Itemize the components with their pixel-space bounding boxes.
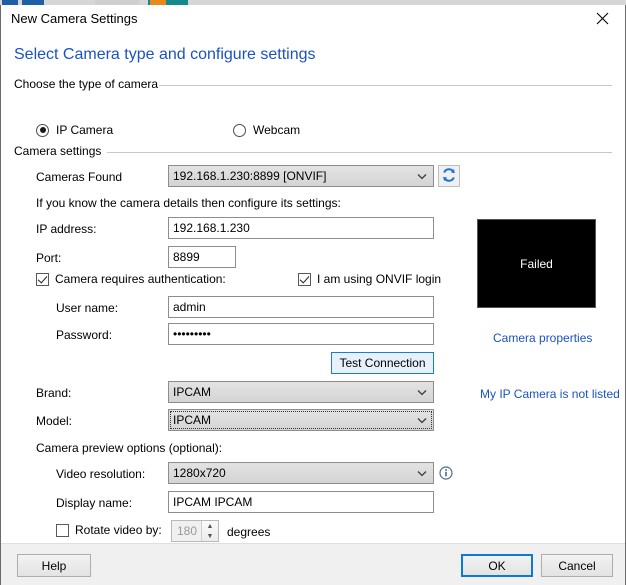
test-connection-button[interactable]: Test Connection bbox=[331, 352, 434, 374]
refresh-icon bbox=[441, 167, 457, 186]
ok-button[interactable]: OK bbox=[461, 554, 533, 577]
video-resolution-label: Video resolution: bbox=[56, 467, 146, 481]
camera-requires-auth-label: Camera requires authentication: bbox=[55, 272, 226, 286]
close-icon bbox=[596, 12, 609, 25]
dialog-footer: Help OK Cancel bbox=[1, 543, 625, 585]
username-value: admin bbox=[173, 300, 206, 314]
camera-settings-group-label: Camera settings bbox=[14, 144, 107, 158]
brand-label: Brand: bbox=[36, 386, 72, 400]
password-input[interactable]: ••••••••• bbox=[168, 323, 434, 345]
model-dropdown[interactable]: IPCAM bbox=[168, 409, 434, 431]
display-name-value: IPCAM IPCAM bbox=[173, 495, 253, 509]
camera-properties-link[interactable]: Camera properties bbox=[493, 331, 592, 345]
checkbox-checked-icon bbox=[298, 272, 311, 286]
port-value: 8899 bbox=[173, 250, 200, 264]
video-resolution-dropdown[interactable]: 1280x720 bbox=[168, 462, 434, 484]
camera-details-hint: If you know the camera details then conf… bbox=[36, 196, 341, 210]
stepper-down-icon[interactable]: ▼ bbox=[202, 531, 218, 541]
password-value: ••••••••• bbox=[173, 327, 211, 341]
rotate-degrees-value: 180 bbox=[177, 524, 198, 538]
display-name-input[interactable]: IPCAM IPCAM bbox=[168, 491, 434, 513]
group-divider bbox=[107, 152, 612, 153]
brand-value: IPCAM bbox=[173, 385, 212, 399]
chevron-down-icon bbox=[415, 470, 429, 477]
group-divider bbox=[159, 85, 612, 86]
preview-status-text: Failed bbox=[520, 256, 553, 271]
ip-address-value: 192.168.1.230 bbox=[173, 221, 250, 235]
chevron-down-icon bbox=[415, 389, 429, 396]
cameras-found-label: Cameras Found bbox=[36, 170, 123, 184]
help-label: Help bbox=[41, 558, 67, 573]
stepper-arrows[interactable]: ▲ ▼ bbox=[201, 521, 218, 541]
checkbox-unchecked-icon bbox=[56, 523, 69, 537]
radio-selected-icon bbox=[36, 123, 49, 137]
rotate-video-label: Rotate video by: bbox=[75, 523, 162, 537]
radio-ip-camera-label: IP Camera bbox=[56, 123, 114, 137]
stepper-up-icon[interactable]: ▲ bbox=[202, 521, 218, 531]
help-button[interactable]: Help bbox=[17, 554, 91, 577]
display-name-label: Display name: bbox=[56, 496, 133, 510]
title-bar: New Camera Settings bbox=[1, 5, 625, 33]
port-input[interactable]: 8899 bbox=[168, 246, 236, 268]
model-value: IPCAM bbox=[173, 413, 212, 427]
checkbox-checked-icon bbox=[36, 272, 49, 286]
page-title: Select Camera type and configure setting… bbox=[14, 46, 316, 63]
new-camera-settings-dialog: New Camera Settings Select Camera type a… bbox=[0, 5, 626, 585]
username-input[interactable]: admin bbox=[168, 296, 434, 318]
onvif-login-label: I am using ONVIF login bbox=[317, 272, 442, 286]
port-label: Port: bbox=[36, 251, 62, 265]
radio-webcam-label: Webcam bbox=[253, 123, 301, 137]
rotate-degrees-stepper[interactable]: 180 ▲ ▼ bbox=[171, 520, 219, 542]
camera-type-group: Choose the type of camera bbox=[14, 77, 612, 95]
camera-preview[interactable]: Failed bbox=[477, 219, 596, 308]
video-resolution-info-icon[interactable] bbox=[439, 466, 453, 480]
rotate-video-checkbox[interactable]: Rotate video by: bbox=[56, 523, 162, 537]
refresh-cameras-button[interactable] bbox=[438, 165, 460, 187]
password-label: Password: bbox=[56, 328, 113, 342]
camera-type-group-label: Choose the type of camera bbox=[14, 77, 164, 91]
radio-unselected-icon bbox=[233, 123, 246, 137]
ok-label: OK bbox=[488, 558, 506, 573]
model-label: Model: bbox=[36, 414, 73, 428]
radio-ip-camera[interactable]: IP Camera bbox=[36, 123, 113, 137]
onvif-login-checkbox[interactable]: I am using ONVIF login bbox=[298, 272, 441, 286]
dialog-content: Select Camera type and configure setting… bbox=[1, 32, 625, 565]
cancel-label: Cancel bbox=[558, 558, 596, 573]
cancel-button[interactable]: Cancel bbox=[541, 554, 613, 577]
camera-settings-group: Camera settings bbox=[14, 144, 612, 162]
radio-webcam[interactable]: Webcam bbox=[233, 123, 300, 137]
close-button[interactable] bbox=[580, 5, 625, 31]
camera-requires-auth-checkbox[interactable]: Camera requires authentication: bbox=[36, 272, 226, 286]
ip-address-input[interactable]: 192.168.1.230 bbox=[168, 217, 434, 239]
window-title: New Camera Settings bbox=[11, 11, 138, 26]
chevron-down-icon bbox=[415, 173, 429, 180]
preview-options-label: Camera preview options (optional): bbox=[36, 441, 223, 455]
chevron-down-icon bbox=[415, 417, 429, 424]
ip-address-label: IP address: bbox=[36, 222, 97, 236]
cameras-found-value: 192.168.1.230:8899 [ONVIF] bbox=[173, 169, 327, 183]
video-resolution-value: 1280x720 bbox=[173, 466, 226, 480]
test-connection-label: Test Connection bbox=[339, 356, 426, 370]
cameras-found-dropdown[interactable]: 192.168.1.230:8899 [ONVIF] bbox=[168, 165, 434, 187]
my-ip-camera-not-listed-link[interactable]: My IP Camera is not listed bbox=[480, 387, 620, 401]
degrees-label: degrees bbox=[227, 525, 271, 539]
brand-dropdown[interactable]: IPCAM bbox=[168, 381, 434, 403]
username-label: User name: bbox=[56, 301, 119, 315]
